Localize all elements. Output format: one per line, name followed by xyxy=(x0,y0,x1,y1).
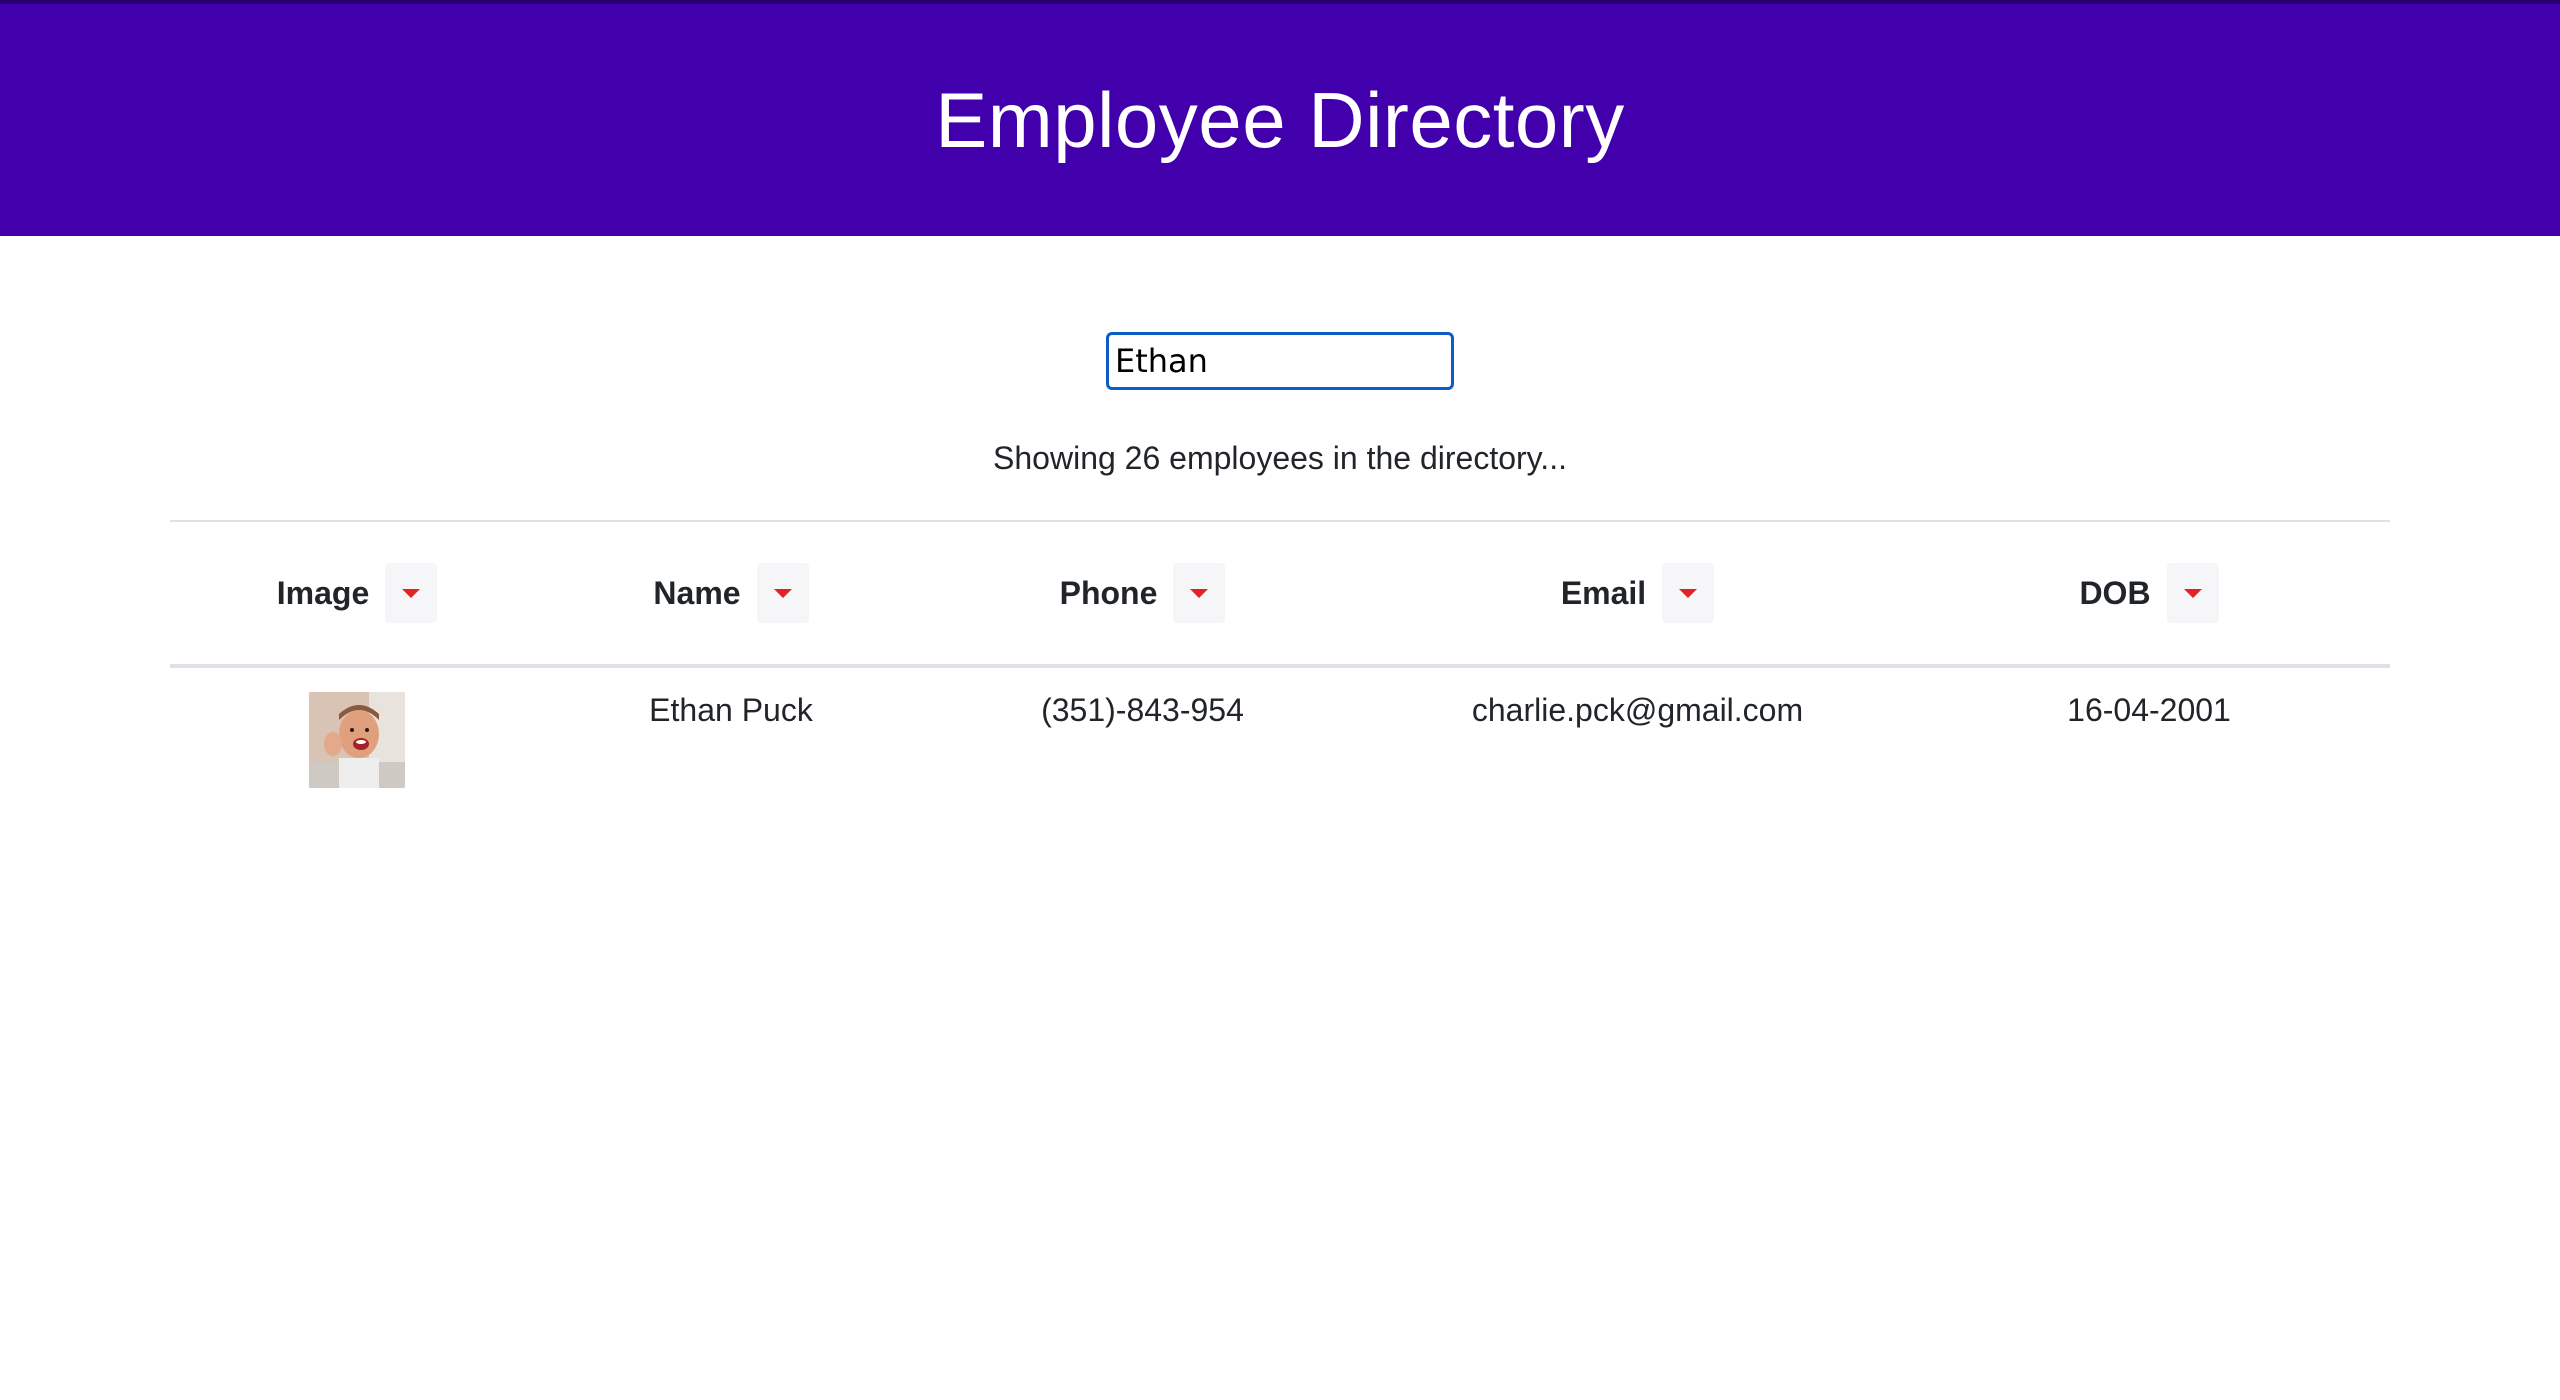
table-body: Ethan Puck (351)-843-954 charlie.pck@gma… xyxy=(170,666,2390,788)
cell-dob: 16-04-2001 xyxy=(2067,692,2231,728)
page-header: Employee Directory xyxy=(0,4,2560,236)
column-header-label: DOB xyxy=(2079,574,2151,611)
table-row: Ethan Puck (351)-843-954 charlie.pck@gma… xyxy=(170,666,2390,788)
sort-email-button[interactable] xyxy=(1662,563,1715,623)
caret-down-icon xyxy=(402,588,421,598)
column-header-label: Name xyxy=(653,574,741,611)
column-header-phone: Phone xyxy=(918,520,1367,668)
sort-phone-button[interactable] xyxy=(1173,563,1226,623)
results-count-text: Showing 26 employees in the directory... xyxy=(993,440,1567,476)
column-header-email: Email xyxy=(1367,520,1908,668)
column-header-label: Phone xyxy=(1059,574,1158,611)
cell-phone: (351)-843-954 xyxy=(1041,692,1244,728)
cell-email: charlie.pck@gmail.com xyxy=(1471,692,1804,728)
cell-image xyxy=(170,666,544,788)
search-container xyxy=(1106,332,1454,390)
employee-table: Image Name Phone Email DOB Ethan Puck (3… xyxy=(170,520,2390,788)
avatar-photo xyxy=(309,692,405,788)
column-header-label: Email xyxy=(1560,574,1647,611)
employee-avatar xyxy=(309,692,405,788)
cell-name: Ethan Puck xyxy=(649,692,813,728)
column-header-name: Name xyxy=(544,520,918,668)
caret-down-icon xyxy=(1190,588,1209,598)
column-header-label: Image xyxy=(276,574,370,611)
caret-down-icon xyxy=(2183,588,2202,598)
caret-down-icon xyxy=(773,588,792,598)
column-header-dob: DOB xyxy=(1908,520,2390,668)
sort-name-button[interactable] xyxy=(756,563,809,623)
column-header-image: Image xyxy=(170,520,544,668)
sort-image-button[interactable] xyxy=(385,563,438,623)
caret-down-icon xyxy=(1679,588,1698,598)
page-title: Employee Directory xyxy=(935,75,1625,164)
search-input[interactable] xyxy=(1106,332,1454,390)
sort-dob-button[interactable] xyxy=(2166,563,2219,623)
table-header: Image Name Phone Email DOB xyxy=(170,520,2390,668)
